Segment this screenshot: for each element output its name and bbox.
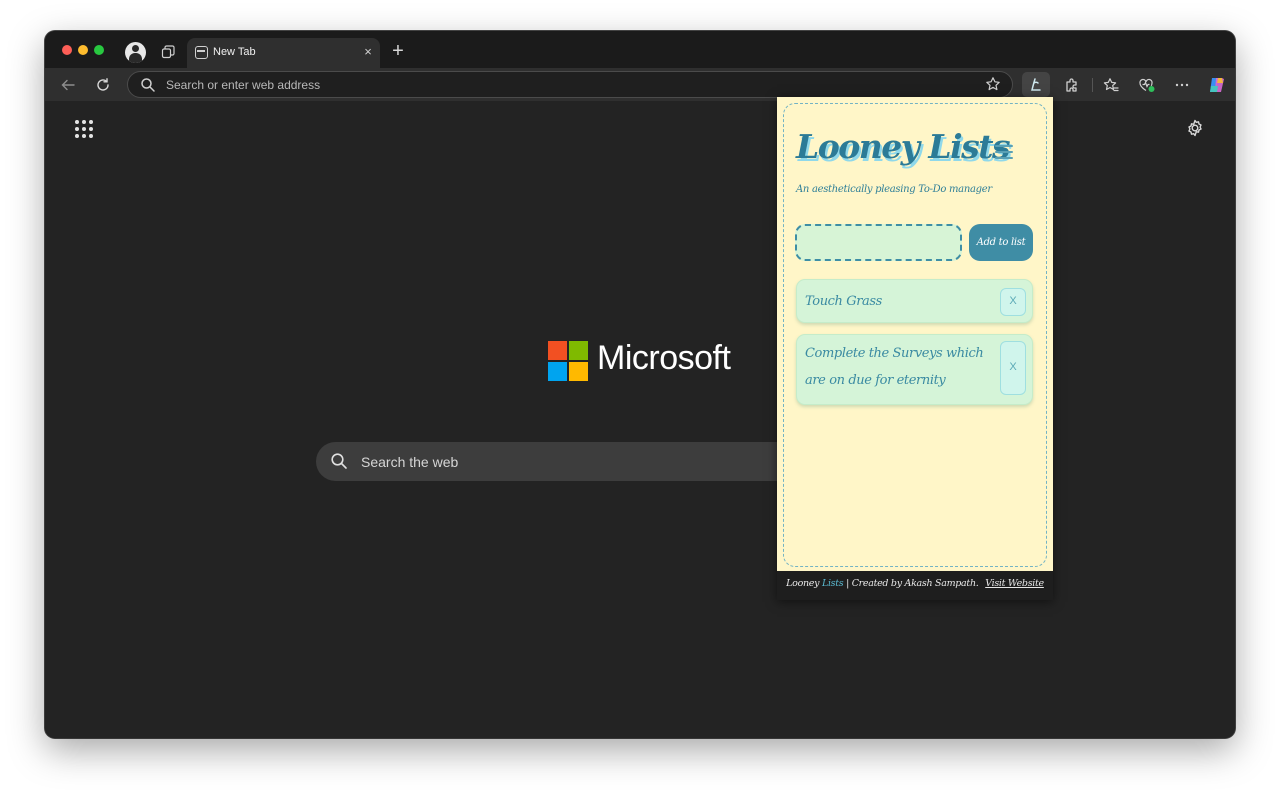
todo-item: Touch Grass X	[796, 279, 1033, 323]
address-bar[interactable]: Search or enter web address	[127, 71, 1013, 98]
toolbar-divider	[1092, 78, 1093, 92]
microsoft-wordmark: Microsoft	[597, 339, 731, 377]
new-tab-button[interactable]: +	[388, 41, 408, 62]
new-tab-favicon-icon	[195, 46, 208, 59]
browser-window: New Tab × + Search or enter web address	[45, 31, 1235, 738]
favorite-star-icon[interactable]	[985, 76, 1001, 92]
favorites-icon[interactable]	[1097, 72, 1125, 97]
address-placeholder: Search or enter web address	[166, 78, 321, 92]
logo-square-green	[569, 341, 588, 360]
web-search-box[interactable]: Search the web	[316, 442, 836, 481]
new-tab-page: Microsoft Search the web	[45, 101, 1235, 738]
profile-avatar[interactable]	[125, 42, 146, 63]
tab-actions-icon[interactable]	[159, 43, 177, 61]
tab-title: New Tab	[213, 46, 256, 58]
hamburger-menu-icon[interactable]	[995, 144, 1015, 160]
copilot-icon[interactable]	[1203, 72, 1231, 97]
looney-lists-extension-icon[interactable]	[1022, 72, 1050, 97]
extensions-puzzle-icon[interactable]	[1058, 72, 1086, 97]
footer-brand-part1: Looney	[786, 578, 820, 589]
footer-brand-part2: Lists	[821, 578, 844, 589]
search-icon	[331, 453, 347, 469]
add-to-list-button[interactable]: Add to list	[969, 224, 1033, 261]
maximize-window-button[interactable]	[94, 45, 104, 55]
minimize-window-button[interactable]	[78, 45, 88, 55]
close-window-button[interactable]	[62, 45, 72, 55]
logo-square-red	[548, 341, 567, 360]
tab-new-tab[interactable]: New Tab ×	[187, 38, 380, 68]
footer-credit: | Created by Akash Sampath.	[843, 578, 979, 589]
tab-close-icon[interactable]: ×	[361, 44, 375, 60]
back-button[interactable]	[58, 75, 78, 95]
visit-website-link[interactable]: Visit Website	[985, 578, 1044, 589]
web-search-placeholder: Search the web	[361, 454, 459, 470]
todo-item-text: Complete the Surveys which are on due fo…	[805, 346, 984, 388]
logo-square-blue	[548, 362, 567, 381]
delete-todo-button[interactable]: X	[1000, 288, 1026, 316]
refresh-button[interactable]	[93, 75, 113, 95]
browser-essentials-icon[interactable]	[1133, 72, 1161, 97]
more-options-icon[interactable]	[1168, 72, 1196, 97]
app-subtitle: An aesthetically pleasing To-Do manager	[796, 184, 992, 195]
app-launcher-icon[interactable]	[75, 120, 93, 138]
app-title: Looney Lists	[796, 127, 1011, 166]
looney-lists-popup: Looney Lists An aesthetically pleasing T…	[777, 97, 1053, 600]
navigation-toolbar: Search or enter web address	[45, 68, 1235, 101]
settings-gear-icon[interactable]	[1185, 118, 1205, 138]
logo-square-yellow	[569, 362, 588, 381]
popup-footer: Looney Lists | Created by Akash Sampath.…	[777, 571, 1053, 600]
new-todo-input[interactable]	[795, 224, 962, 261]
todo-item-text: Touch Grass	[805, 294, 882, 309]
search-icon	[141, 78, 155, 92]
delete-todo-button[interactable]: X	[1000, 341, 1026, 395]
todo-item: Complete the Surveys which are on due fo…	[796, 334, 1033, 405]
microsoft-logo-icon	[548, 341, 588, 381]
title-bar: New Tab × +	[45, 31, 1235, 68]
